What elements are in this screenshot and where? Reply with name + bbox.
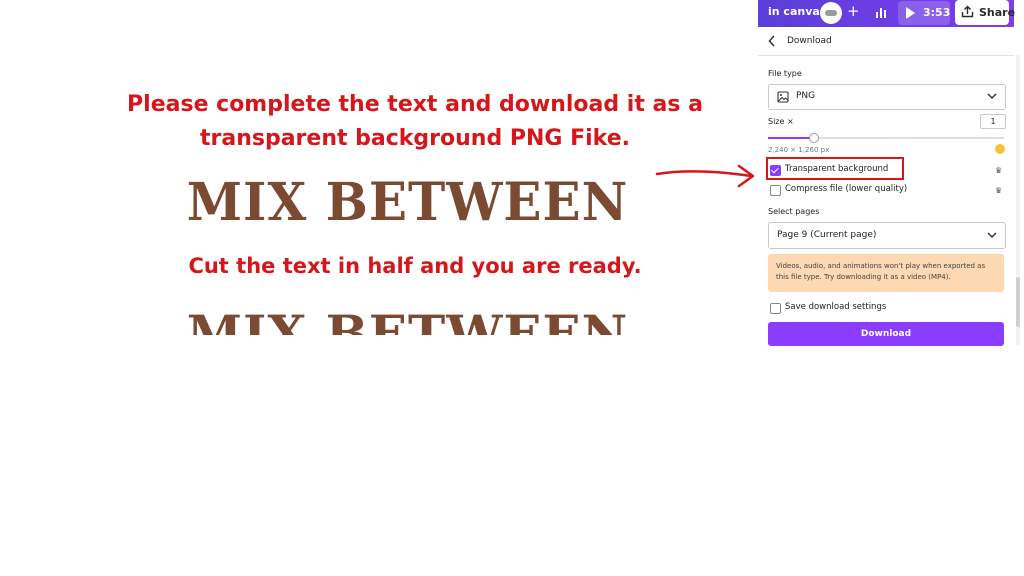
size-slider[interactable]	[768, 133, 1004, 143]
download-title: Download	[787, 36, 832, 46]
transparent-label: Transparent background	[785, 164, 889, 174]
file-type-warning: Videos, audio, and animations won't play…	[768, 254, 1004, 292]
bar-chart-icon[interactable]	[875, 6, 887, 18]
headline-bottom: MIX BETWEEN	[186, 304, 629, 335]
share-label: Share	[979, 6, 1016, 19]
file-type-select[interactable]: PNG	[768, 84, 1006, 110]
chevron-left-icon[interactable]	[768, 35, 776, 47]
file-type-label: File type	[768, 69, 802, 78]
avatar-logo-icon	[825, 10, 837, 16]
size-label: Size ×	[768, 117, 794, 126]
scrollbar-thumb[interactable]	[1016, 277, 1020, 327]
crown-icon	[995, 144, 1005, 154]
share-button[interactable]: Share	[955, 0, 1015, 25]
size-slider-fill	[768, 137, 813, 139]
pages-select[interactable]: Page 9 (Current page)	[768, 222, 1006, 249]
red-arrow-icon	[655, 164, 755, 188]
pro-crown-icon: ♛	[995, 166, 1003, 175]
file-type-value: PNG	[796, 91, 816, 101]
download-button[interactable]: Download	[768, 322, 1004, 346]
pages-value: Page 9 (Current page)	[777, 230, 877, 240]
select-pages-label: Select pages	[768, 207, 820, 216]
image-icon	[777, 91, 789, 103]
transparent-checkbox-box[interactable]	[770, 165, 781, 176]
compress-label: Compress file (lower quality)	[785, 184, 908, 194]
instruction-top-text: Please complete the text and download it…	[127, 92, 703, 151]
compress-checkbox-box[interactable]	[770, 185, 781, 196]
chevron-down-icon	[987, 93, 997, 100]
panel-scrollbar[interactable]	[1016, 55, 1020, 345]
chevron-down-icon	[987, 232, 997, 239]
video-duration: 3:53	[923, 6, 951, 19]
avatar[interactable]	[820, 2, 842, 24]
dimensions-text: 2,240 × 1,260 px	[768, 146, 830, 154]
pro-crown-icon: ♛	[995, 186, 1003, 195]
share-icon	[961, 5, 974, 18]
add-collaborator-button[interactable]: +	[847, 2, 860, 20]
instruction-bottom-text: Cut the text in half and you are ready.	[188, 254, 642, 278]
warning-text: Videos, audio, and animations won't play…	[776, 262, 986, 281]
headline-top: MIX BETWEEN	[186, 170, 629, 233]
app-title: in canva	[768, 5, 820, 18]
save-settings-label: Save download settings	[785, 302, 887, 312]
editor-topbar: in canva + 3:53 Share	[758, 0, 1015, 27]
present-button[interactable]: 3:53	[898, 1, 950, 25]
download-panel: in canva + 3:53 Share Download File type	[758, 0, 1015, 346]
size-input[interactable]: 1	[980, 114, 1006, 129]
save-settings-checkbox-box[interactable]	[770, 303, 781, 314]
play-icon	[906, 7, 915, 19]
headline-bottom-clip: MIX BETWEEN	[130, 302, 685, 335]
size-slider-thumb[interactable]	[808, 133, 819, 143]
download-header: Download	[758, 27, 1014, 56]
